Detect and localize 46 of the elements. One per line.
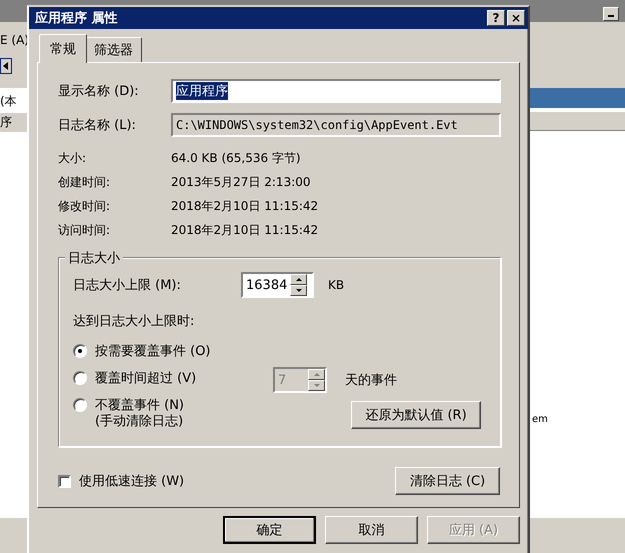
radio-note: (手动清除日志) [95,413,184,430]
radio-label: 覆盖时间超过 (V) [95,370,196,387]
checkbox-label: 使用低速连接 (W) [79,473,184,490]
down-triangle-icon [314,384,320,387]
info-value: 2018年2月10日 11:15:42 [171,222,320,239]
tree-item[interactable]: 序 [0,113,27,132]
unit-label: KB [328,278,344,292]
dialog-button[interactable]: 确定 [223,516,316,544]
group-title: 日志大小 [65,249,123,267]
radio-button[interactable] [73,371,87,385]
toolbar-back-button[interactable] [0,58,12,74]
tab[interactable]: 筛选器 [85,37,142,62]
help-button[interactable]: ? [487,10,505,26]
info-label: 创建时间: [58,174,112,191]
close-button[interactable]: × [507,10,525,26]
radio-button[interactable] [73,344,87,358]
field-label: 日志大小上限 (M): [73,277,182,294]
info-value: 2018年2月10日 11:15:42 [171,198,320,215]
up-triangle-icon [314,373,320,376]
info-value: 2013年5月27日 2:13:00 [171,174,312,191]
tree-item[interactable]: (本 [0,92,27,111]
dialog-button[interactable]: 取消 [325,516,418,544]
field-label: 显示名称 (D): [58,83,140,100]
window-title: 应用程序 属性 [35,10,119,27]
down-triangle-icon [296,289,302,292]
section-label: 达到日志大小上限时: [73,313,196,330]
restore-defaults-button[interactable]: 还原为默认值 (R) [351,401,481,429]
info-label: 修改时间: [58,198,112,215]
unit-label: 天的事件 [345,372,397,389]
radio-label: 不覆盖事件 (N) [95,397,184,414]
clear-log-button[interactable]: 清除日志 (C) [395,467,500,495]
minimize-button[interactable] [603,7,619,21]
tab[interactable]: 常规 [39,34,87,63]
field-label: 日志名称 (L): [58,117,137,134]
display-name-field[interactable]: 应用程序 [171,79,501,103]
list-text: em [532,414,548,425]
info-label: 访问时间: [58,222,112,239]
max-size-spinner[interactable]: 16384 [241,272,314,298]
radio-button[interactable] [73,398,87,412]
info-label: 大小: [58,150,88,167]
info-value: 64.0 KB (65,536 字节) [171,150,302,167]
spin-down-button[interactable] [290,285,308,296]
checkbox[interactable] [58,474,71,488]
up-triangle-icon [296,278,302,281]
spin-up-button[interactable] [290,274,308,285]
radio-label: 按需要覆盖事件 (O) [95,343,211,360]
